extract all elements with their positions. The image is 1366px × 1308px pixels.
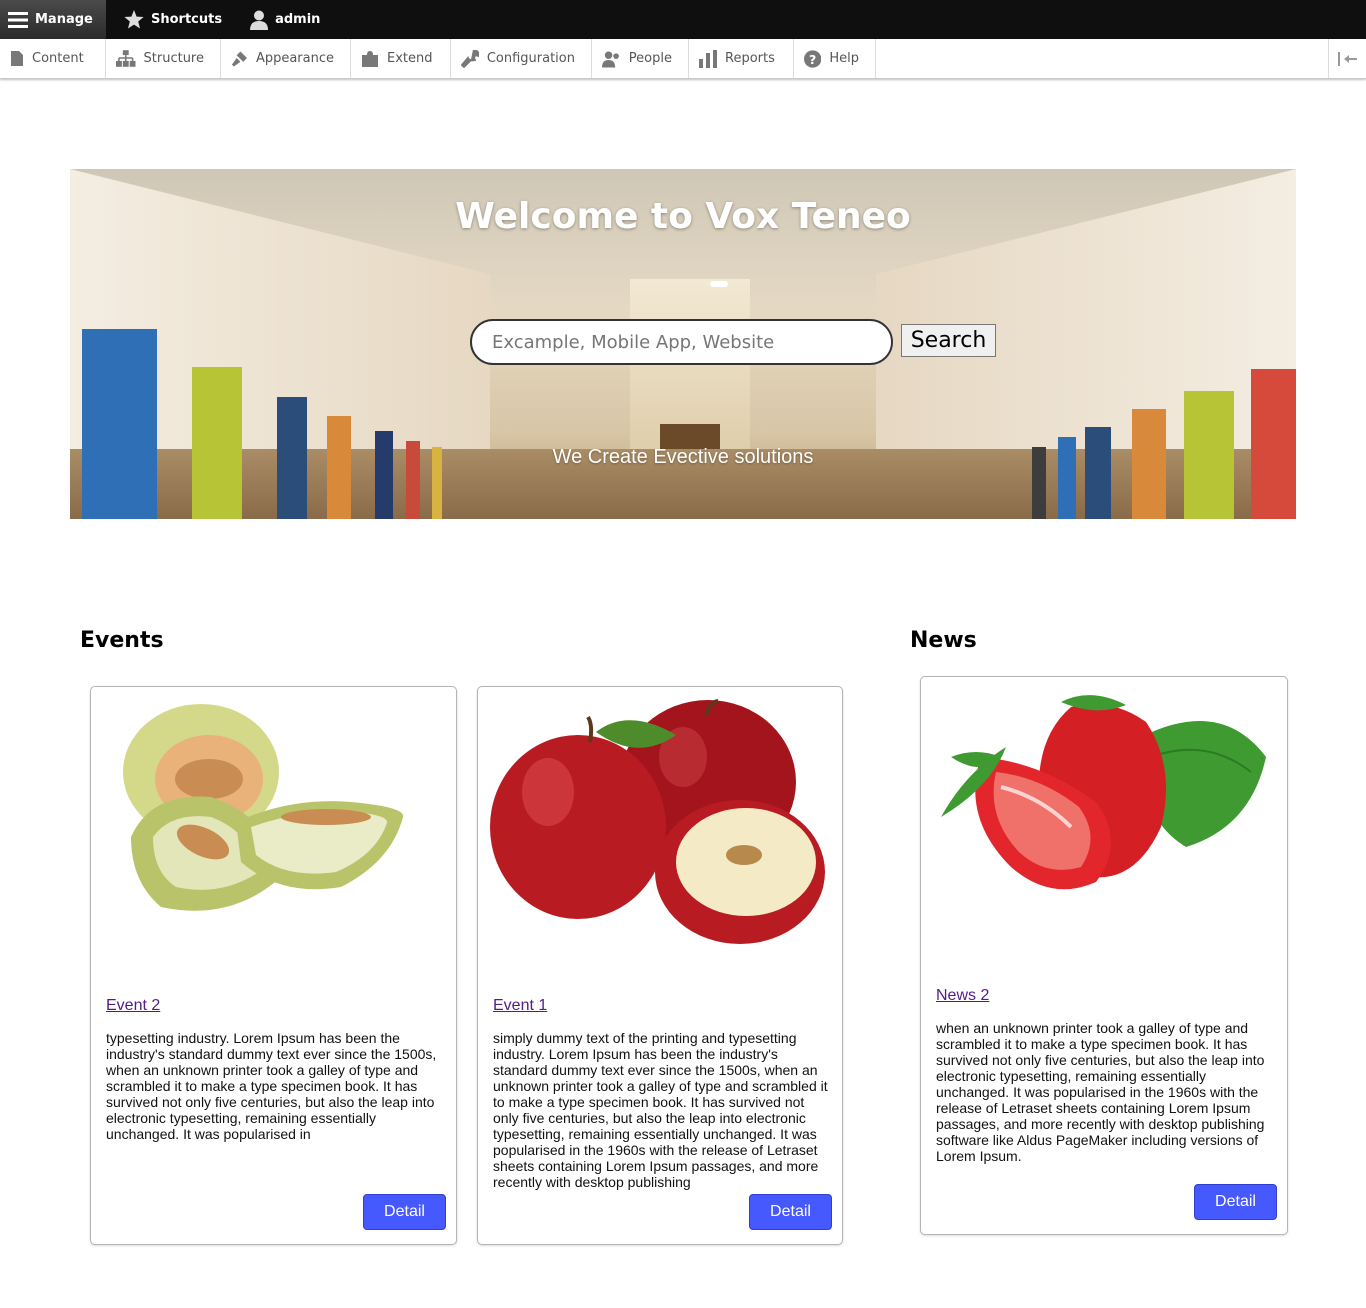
- hero-title: Welcome to Vox Teneo: [455, 196, 911, 237]
- wrench-icon: [461, 49, 479, 68]
- search-input[interactable]: [470, 319, 893, 365]
- strawberries-image: [921, 677, 1287, 967]
- apples-image: [478, 687, 842, 977]
- detail-button[interactable]: Detail: [749, 1194, 832, 1230]
- event-title-link[interactable]: Event 1: [493, 997, 547, 1015]
- tray-item-structure[interactable]: Structure: [106, 39, 221, 78]
- tray-label-extend: Extend: [387, 51, 433, 66]
- manage-label: Manage: [35, 12, 93, 27]
- tray-collapse-button[interactable]: [1328, 39, 1366, 78]
- tray-item-appearance[interactable]: Appearance: [221, 39, 351, 78]
- collapse-arrow-icon: [1337, 51, 1357, 66]
- file-icon: [11, 51, 23, 66]
- paintbrush-icon: [231, 50, 247, 67]
- people-icon: [602, 50, 619, 67]
- tray-label-people: People: [628, 51, 672, 66]
- hamburger-icon: [8, 11, 28, 28]
- shortcuts-label: Shortcuts: [151, 12, 223, 27]
- user-tab[interactable]: admin: [234, 0, 332, 39]
- tray-item-help[interactable]: ? Help: [794, 39, 876, 78]
- tray-label-appearance: Appearance: [255, 51, 334, 66]
- search-button[interactable]: Search: [901, 324, 996, 357]
- tray-label-structure: Structure: [143, 51, 204, 66]
- bar-chart-icon: [699, 49, 717, 68]
- admin-tray: Content Structure Appearance Extend Conf…: [0, 39, 1366, 79]
- tray-label-content: Content: [32, 51, 84, 66]
- tray-label-reports: Reports: [725, 51, 775, 66]
- detail-button[interactable]: Detail: [1194, 1184, 1277, 1220]
- shortcuts-tab[interactable]: Shortcuts: [106, 0, 234, 39]
- news-card: News 2 when an unknown printer took a ga…: [920, 676, 1288, 1235]
- svg-text:?: ?: [809, 51, 816, 66]
- detail-button[interactable]: Detail: [363, 1194, 446, 1230]
- event-body: typesetting industry. Lorem Ipsum has be…: [106, 1030, 437, 1142]
- puzzle-icon: [362, 50, 378, 67]
- tray-item-configuration[interactable]: Configuration: [451, 39, 592, 78]
- news-body: when an unknown printer took a galley of…: [936, 1020, 1265, 1164]
- melon-image: [91, 687, 456, 977]
- user-icon: [250, 10, 269, 30]
- news-title-link[interactable]: News 2: [936, 987, 989, 1005]
- event-card: Event 1 simply dummy text of the printin…: [477, 686, 843, 1245]
- manage-tab[interactable]: Manage: [0, 0, 106, 39]
- admin-toolbar: Manage Shortcuts admin: [0, 0, 1366, 39]
- tray-item-people[interactable]: People: [592, 39, 689, 78]
- tray-item-reports[interactable]: Reports: [689, 39, 794, 78]
- hero-tagline: We Create Evective solutions: [552, 446, 814, 468]
- events-heading: Events: [80, 628, 164, 653]
- sitemap-icon: [116, 50, 136, 67]
- tray-item-content[interactable]: Content: [0, 39, 106, 78]
- tray-label-configuration: Configuration: [486, 51, 575, 66]
- hero-banner: Welcome to Vox Teneo Search We Create Ev…: [70, 169, 1296, 519]
- event-card: Event 2 typesetting industry. Lorem Ipsu…: [90, 686, 457, 1245]
- event-body: simply dummy text of the printing and ty…: [493, 1030, 828, 1190]
- news-heading: News: [910, 628, 977, 653]
- help-icon: ?: [804, 49, 822, 68]
- event-title-link[interactable]: Event 2: [106, 997, 160, 1015]
- star-icon: [124, 10, 144, 29]
- tray-label-help: Help: [829, 51, 859, 66]
- tray-item-extend[interactable]: Extend: [351, 39, 451, 78]
- user-label: admin: [275, 12, 321, 27]
